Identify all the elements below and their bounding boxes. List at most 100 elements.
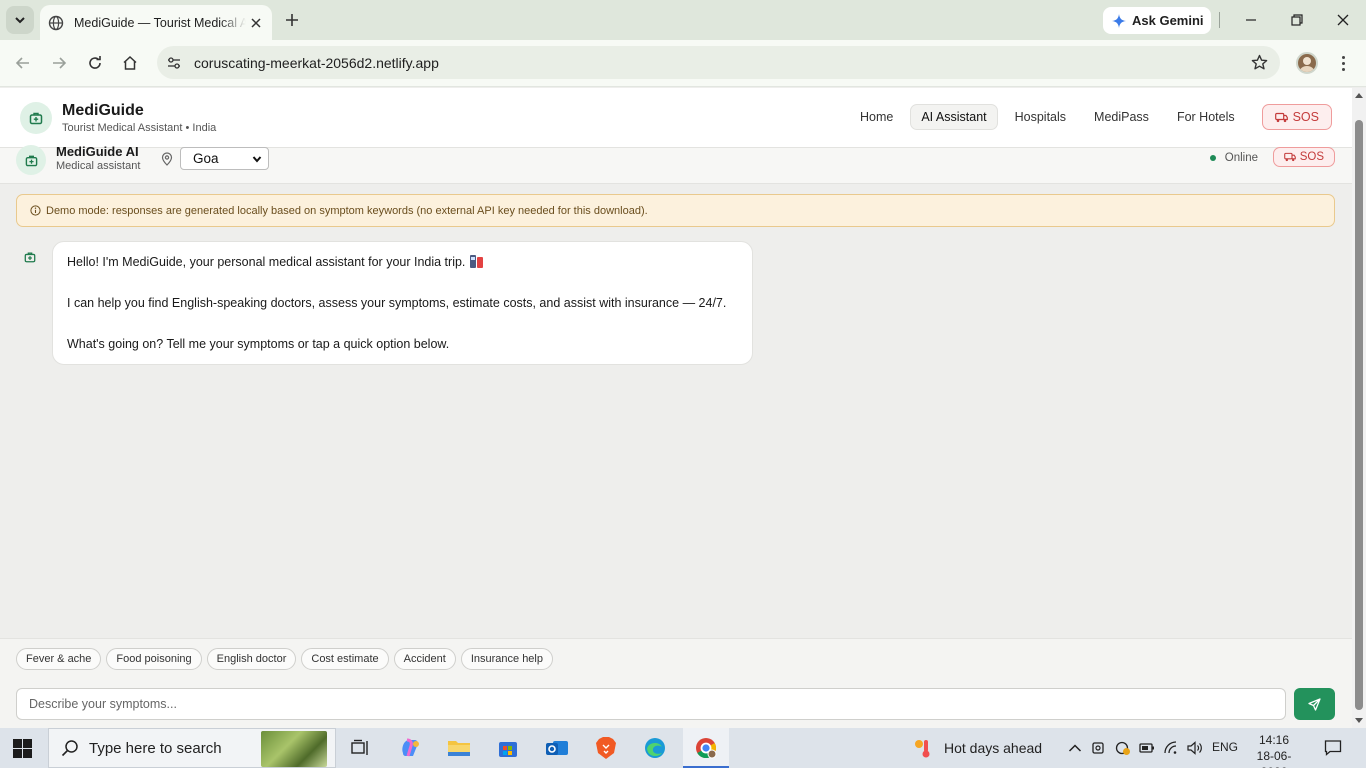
- copilot-icon: [402, 738, 419, 757]
- user-avatar-icon: [1300, 57, 1314, 72]
- close-window-button[interactable]: [1333, 10, 1353, 30]
- online-status: Online: [1209, 152, 1258, 164]
- new-tab-button[interactable]: [282, 10, 302, 30]
- medical-bag-icon: [29, 112, 43, 125]
- task-view-icon: [351, 739, 368, 755]
- ask-gemini-button[interactable]: Ask Gemini: [1103, 7, 1211, 34]
- quick-options-bar: Fever & ache Food poisoning English doct…: [0, 638, 1352, 678]
- location-pin-icon: [160, 152, 174, 166]
- medical-bag-icon: [24, 252, 36, 263]
- camera-icon: [1092, 742, 1104, 754]
- battery-tray[interactable]: [1139, 740, 1155, 756]
- update-tray[interactable]: [1115, 740, 1131, 756]
- notifications-button[interactable]: [1324, 739, 1342, 757]
- send-icon: [1308, 697, 1321, 711]
- nav-medipass[interactable]: MediPass: [1083, 104, 1160, 130]
- edge-browser-app[interactable]: [643, 736, 667, 760]
- ask-gemini-label: Ask Gemini: [1132, 13, 1204, 28]
- close-icon[interactable]: [248, 15, 264, 31]
- home-button[interactable]: [119, 52, 141, 74]
- chat-sos-label: SOS: [1299, 151, 1324, 163]
- hospital-emoji-icon: [468, 254, 484, 269]
- copilot-app[interactable]: [398, 736, 422, 760]
- start-button[interactable]: [13, 739, 32, 758]
- chrome-app-active[interactable]: [683, 728, 729, 768]
- logo[interactable]: [20, 102, 52, 134]
- region-select[interactable]: Goa: [180, 147, 269, 170]
- show-hidden-icons[interactable]: [1067, 740, 1083, 756]
- taskbar-search[interactable]: Type here to search: [48, 728, 336, 768]
- minimize-button[interactable]: [1241, 10, 1261, 30]
- url-text: coruscating-meerkat-2056d2.netlify.app: [194, 54, 439, 71]
- quick-option-cost-estimate[interactable]: Cost estimate: [301, 648, 389, 670]
- browser-menu-button[interactable]: [1333, 52, 1353, 74]
- brave-browser-app[interactable]: [594, 736, 618, 760]
- bot-message-bubble: Hello! I'm MediGuide, your personal medi…: [52, 241, 753, 365]
- outlook-app[interactable]: [545, 736, 569, 760]
- nav-home[interactable]: Home: [849, 104, 904, 130]
- sparkle-icon: [1112, 13, 1126, 28]
- message-paragraph: Hello! I'm MediGuide, your personal medi…: [67, 254, 738, 270]
- main-nav: Home AI Assistant Hospitals MediPass For…: [849, 104, 1332, 130]
- sos-button[interactable]: SOS: [1261, 104, 1332, 130]
- forward-button[interactable]: [48, 52, 70, 74]
- file-explorer-app[interactable]: [447, 736, 471, 760]
- nav-hospitals[interactable]: Hospitals: [1004, 104, 1077, 130]
- profile-avatar[interactable]: [1296, 52, 1318, 74]
- task-view-button[interactable]: [348, 736, 372, 760]
- search-icon: [61, 740, 78, 757]
- message-paragraph: What's going on? Tell me your symptoms o…: [67, 337, 450, 351]
- scroll-down-arrow[interactable]: [1355, 718, 1363, 723]
- volume-tray[interactable]: [1187, 740, 1203, 756]
- tab-title: MediGuide — Tourist Medical Assistant: [74, 15, 246, 30]
- quick-option-english-doctor[interactable]: English doctor: [206, 648, 297, 670]
- site-settings-icon[interactable]: [166, 55, 182, 71]
- address-bar[interactable]: coruscating-meerkat-2056d2.netlify.app: [157, 46, 1280, 79]
- chat-header: MediGuide AI Medical assistant Goa Onlin…: [0, 144, 1352, 184]
- status-text: Online: [1224, 152, 1258, 164]
- weather-widget[interactable]: Hot days ahead: [914, 738, 1042, 758]
- web-page: MediGuide Tourist Medical Assistant • In…: [0, 88, 1352, 728]
- send-button[interactable]: [1294, 688, 1335, 720]
- page-scrollbar[interactable]: [1352, 88, 1366, 728]
- input-language[interactable]: ENG: [1212, 740, 1238, 754]
- restore-button[interactable]: [1287, 10, 1307, 30]
- chat-sos-button[interactable]: SOS: [1272, 147, 1335, 167]
- info-icon: [30, 205, 41, 216]
- browser-tab-bar: MediGuide — Tourist Medical Assistant As…: [0, 0, 1366, 40]
- quick-option-fever[interactable]: Fever & ache: [16, 648, 102, 670]
- quick-option-accident[interactable]: Accident: [393, 648, 456, 670]
- chrome-icon: [696, 738, 717, 759]
- nav-for-hotels[interactable]: For Hotels: [1166, 104, 1246, 130]
- assistant-name: MediGuide AI: [56, 144, 139, 159]
- store-icon: [499, 742, 517, 757]
- folder-icon: [448, 741, 470, 756]
- demo-mode-banner: Demo mode: responses are generated local…: [16, 194, 1335, 227]
- message-composer: [0, 678, 1352, 728]
- system-clock[interactable]: 14:16 18-06-2026: [1249, 732, 1299, 768]
- bookmark-star-icon[interactable]: [1251, 54, 1268, 71]
- back-button[interactable]: [12, 52, 34, 74]
- microsoft-store-app[interactable]: [496, 736, 520, 760]
- browser-tab[interactable]: MediGuide — Tourist Medical Assistant: [40, 5, 272, 40]
- browser-toolbar: coruscating-meerkat-2056d2.netlify.app: [0, 40, 1366, 87]
- wifi-tray[interactable]: [1164, 740, 1180, 756]
- home-icon: [123, 55, 137, 70]
- symptom-input[interactable]: [16, 688, 1286, 720]
- quick-option-insurance[interactable]: Insurance help: [460, 648, 553, 670]
- quick-option-food-poisoning[interactable]: Food poisoning: [106, 648, 202, 670]
- scrollbar-thumb[interactable]: [1355, 120, 1363, 710]
- tab-search-button[interactable]: [6, 6, 34, 34]
- meet-now-tray[interactable]: [1091, 740, 1107, 756]
- nav-ai-assistant[interactable]: AI Assistant: [910, 104, 998, 130]
- scroll-up-arrow[interactable]: [1355, 93, 1363, 98]
- region-selected-value: Goa: [193, 151, 219, 166]
- demo-mode-text: Demo mode: responses are generated local…: [46, 204, 648, 217]
- chevron-down-icon: [252, 154, 262, 164]
- reload-button[interactable]: [84, 52, 106, 74]
- minimize-icon: [1246, 19, 1256, 21]
- sos-label: SOS: [1292, 110, 1319, 124]
- ambulance-icon: [1274, 112, 1288, 122]
- clock-date: 18-06-2026: [1256, 749, 1292, 768]
- status-dot: [1209, 155, 1216, 161]
